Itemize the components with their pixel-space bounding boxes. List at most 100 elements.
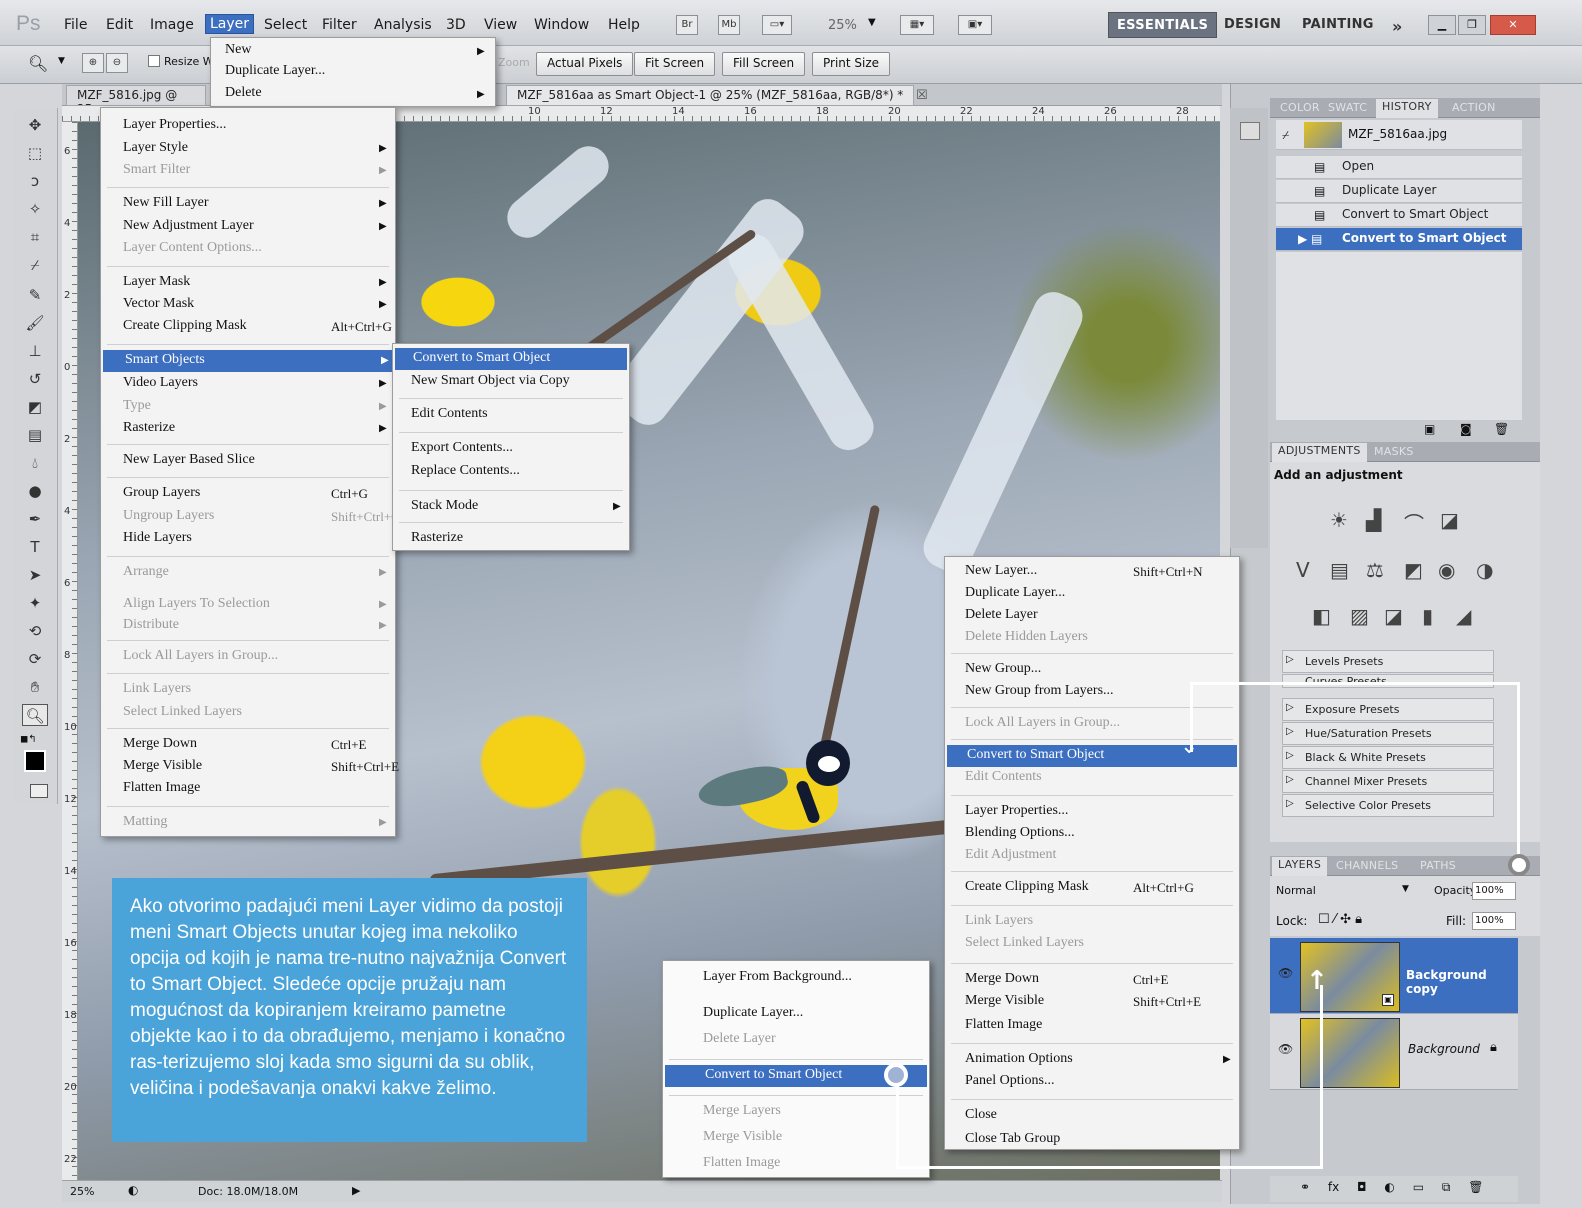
menu-edit[interactable]: Edit xyxy=(106,17,133,33)
menu-item-blending-options[interactable]: Blending Options... xyxy=(945,823,1239,845)
menu-item-group-layers[interactable]: Group Layers Ctrl+G xyxy=(101,483,395,505)
tab-close-icon[interactable]: ☒ xyxy=(916,88,928,103)
marquee-tool-icon[interactable]: ⬚ xyxy=(22,142,48,164)
color-balance-icon[interactable]: ⚖ xyxy=(1366,558,1384,582)
fit-screen-button[interactable]: Fit Screen xyxy=(634,52,716,76)
photo-filter-icon[interactable]: ◉ xyxy=(1438,558,1455,582)
workspace-essentials[interactable]: ESSENTIALS xyxy=(1108,12,1218,38)
tab-history[interactable]: HISTORY xyxy=(1376,99,1438,118)
tab-mzf-5816[interactable]: MZF_5816.jpg @ 25 xyxy=(66,85,206,106)
new-group-icon[interactable]: ▭ xyxy=(1413,1180,1424,1194)
foreground-color-swatch[interactable] xyxy=(24,750,46,772)
restore-icon[interactable]: ❐ xyxy=(1458,15,1486,35)
preset-hue-saturation[interactable]: Hue/Saturation Presets xyxy=(1282,722,1494,745)
menu-file[interactable]: File xyxy=(64,17,87,33)
tab-paths[interactable]: PATHS xyxy=(1420,859,1456,872)
lock-icons[interactable]: ☐ ⁄ ✣ 🔒︎ xyxy=(1318,912,1362,927)
menu-item-animation-options[interactable]: Animation Options ▶ xyxy=(945,1049,1239,1071)
status-zoom[interactable]: 25% xyxy=(70,1185,94,1198)
menu-item-replace-contents[interactable]: Replace Contents... xyxy=(393,461,629,483)
hue-saturation-icon[interactable]: ▤ xyxy=(1330,558,1349,582)
menu-item-flatten-image[interactable]: Flatten Image xyxy=(101,778,395,800)
visibility-eye-icon[interactable]: 👁︎ xyxy=(1278,966,1293,980)
menu-item-new-fill-layer[interactable]: New Fill Layer ▶ xyxy=(101,193,395,215)
menu-window[interactable]: Window xyxy=(534,17,589,33)
tab-swatches[interactable]: SWATC xyxy=(1328,101,1367,114)
menu-item-delete[interactable]: Delete ▶ xyxy=(211,85,495,107)
preset-curves[interactable]: Curves Presets xyxy=(1282,674,1494,688)
preset-black-white[interactable]: Black & White Presets xyxy=(1282,746,1494,769)
add-mask-icon[interactable]: ◘ xyxy=(1357,1180,1367,1194)
menu-filter[interactable]: Filter xyxy=(322,17,357,33)
menu-item-rasterize[interactable]: Rasterize ▶ xyxy=(101,418,395,440)
tab-masks[interactable]: MASKS xyxy=(1374,445,1414,458)
workspace-design[interactable]: DESIGN xyxy=(1216,12,1289,38)
eyedropper-tool-icon[interactable]: ⌿ xyxy=(22,254,48,276)
zoom-in-icon[interactable]: ⊕ xyxy=(82,53,104,73)
lasso-tool-icon[interactable]: ↄ xyxy=(22,170,48,192)
menu-item-convert-to-smart-object[interactable]: Convert to Smart Object xyxy=(395,348,627,370)
print-size-button[interactable]: Print Size xyxy=(812,52,891,76)
menu-item-new[interactable]: New ▶ xyxy=(211,42,495,64)
view-extras-icon[interactable]: ▭▾ xyxy=(762,15,792,35)
menu-item-duplicate-layer[interactable]: Duplicate Layer... xyxy=(663,1003,929,1025)
screen-mode-icon[interactable]: ▣▾ xyxy=(958,15,992,35)
menu-item-layer-properties[interactable]: Layer Properties... xyxy=(101,115,395,137)
zoom-tool-icon[interactable]: 🔍︎ xyxy=(28,54,48,73)
menu-item-vector-mask[interactable]: Vector Mask ▶ xyxy=(101,294,395,316)
blend-mode-select[interactable]: Normal xyxy=(1276,884,1316,897)
close-icon[interactable]: ✕ xyxy=(1490,15,1536,35)
hand-tool-icon[interactable]: ✋︎ xyxy=(22,676,48,698)
menu-item-close-tab-group[interactable]: Close Tab Group xyxy=(945,1129,1239,1151)
eraser-tool-icon[interactable]: ◩ xyxy=(22,396,48,418)
preset-channel-mixer[interactable]: Channel Mixer Presets xyxy=(1282,770,1494,793)
snapshot-brush-icon[interactable]: ⌿ xyxy=(1282,128,1289,143)
trash-icon[interactable]: 🗑︎ xyxy=(1494,422,1509,436)
brush-tool-icon[interactable]: 🖌︎ xyxy=(22,312,48,334)
quick-mask-icon[interactable] xyxy=(30,784,48,798)
menu-item-merge-down[interactable]: Merge Down Ctrl+E xyxy=(101,734,395,756)
menu-item-new-layer-based-slice[interactable]: New Layer Based Slice xyxy=(101,450,395,472)
menu-item-hide-layers[interactable]: Hide Layers xyxy=(101,528,395,550)
menu-item-new-group[interactable]: New Group... xyxy=(945,659,1239,681)
menu-item-panel-options[interactable]: Panel Options... xyxy=(945,1071,1239,1093)
menu-item-duplicate-layer[interactable]: Duplicate Layer... xyxy=(211,63,495,85)
expand-arrow-icon[interactable]: ▷ xyxy=(1286,798,1294,809)
minimize-icon[interactable]: ▁ xyxy=(1428,15,1456,35)
preset-exposure[interactable]: Exposure Presets xyxy=(1282,698,1494,721)
dodge-tool-icon[interactable]: ● xyxy=(22,480,48,502)
tab-smart-object[interactable]: MZF_5816aa as Smart Object-1 @ 25% (MZF_… xyxy=(506,85,915,106)
new-document-from-state-icon[interactable]: ▣ xyxy=(1424,422,1435,436)
menu-item-merge-visible[interactable]: Merge Visible Shift+Ctrl+E xyxy=(945,991,1239,1013)
expand-arrow-icon[interactable]: ▷ xyxy=(1286,654,1294,665)
menu-item-stack-mode[interactable]: Stack Mode ▶ xyxy=(393,496,629,518)
opacity-input[interactable]: 100% xyxy=(1472,882,1516,900)
expand-arrow-icon[interactable]: ▷ xyxy=(1286,702,1294,713)
menu-item-rasterize[interactable]: Rasterize xyxy=(393,528,629,550)
menu-item-edit-contents[interactable]: Edit Contents xyxy=(393,404,629,426)
menu-image[interactable]: Image xyxy=(150,17,194,33)
type-tool-icon[interactable]: T xyxy=(22,536,48,558)
clone-stamp-tool-icon[interactable]: ⊥ xyxy=(22,340,48,362)
menu-item-delete-layer[interactable]: Delete Layer xyxy=(945,605,1239,627)
history-step[interactable]: Convert to Smart Object xyxy=(1276,204,1522,227)
layer-row-background[interactable]: 👁︎ Background 🔒︎ xyxy=(1270,1014,1518,1090)
menu-analysis[interactable]: Analysis xyxy=(374,17,432,33)
actual-pixels-button[interactable]: Actual Pixels xyxy=(536,52,634,76)
zoom-dropdown-icon[interactable]: ▼ xyxy=(868,17,876,28)
crop-tool-icon[interactable]: ⌗ xyxy=(22,226,48,248)
menu-3d[interactable]: 3D xyxy=(446,17,466,33)
history-brush-tool-icon[interactable]: ↺ xyxy=(22,368,48,390)
menu-item-layer-properties[interactable]: Layer Properties... xyxy=(945,801,1239,823)
levels-icon[interactable]: ▟ xyxy=(1366,508,1381,532)
visibility-eye-icon[interactable]: 👁︎ xyxy=(1278,1042,1293,1056)
workspace-painting[interactable]: PAINTING xyxy=(1294,12,1382,38)
menu-select[interactable]: Select xyxy=(264,17,307,33)
arrange-documents-icon[interactable]: ▦▾ xyxy=(900,15,934,35)
menu-item-new-smart-object-via-copy[interactable]: New Smart Object via Copy xyxy=(393,371,629,393)
menu-item-video-layers[interactable]: Video Layers ▶ xyxy=(101,373,395,395)
channel-mixer-icon[interactable]: ◑ xyxy=(1476,558,1493,582)
preset-levels[interactable]: Levels Presets xyxy=(1282,650,1494,673)
gradient-map-icon[interactable]: ▮ xyxy=(1422,604,1433,628)
expand-arrow-icon[interactable]: ▷ xyxy=(1286,726,1294,737)
